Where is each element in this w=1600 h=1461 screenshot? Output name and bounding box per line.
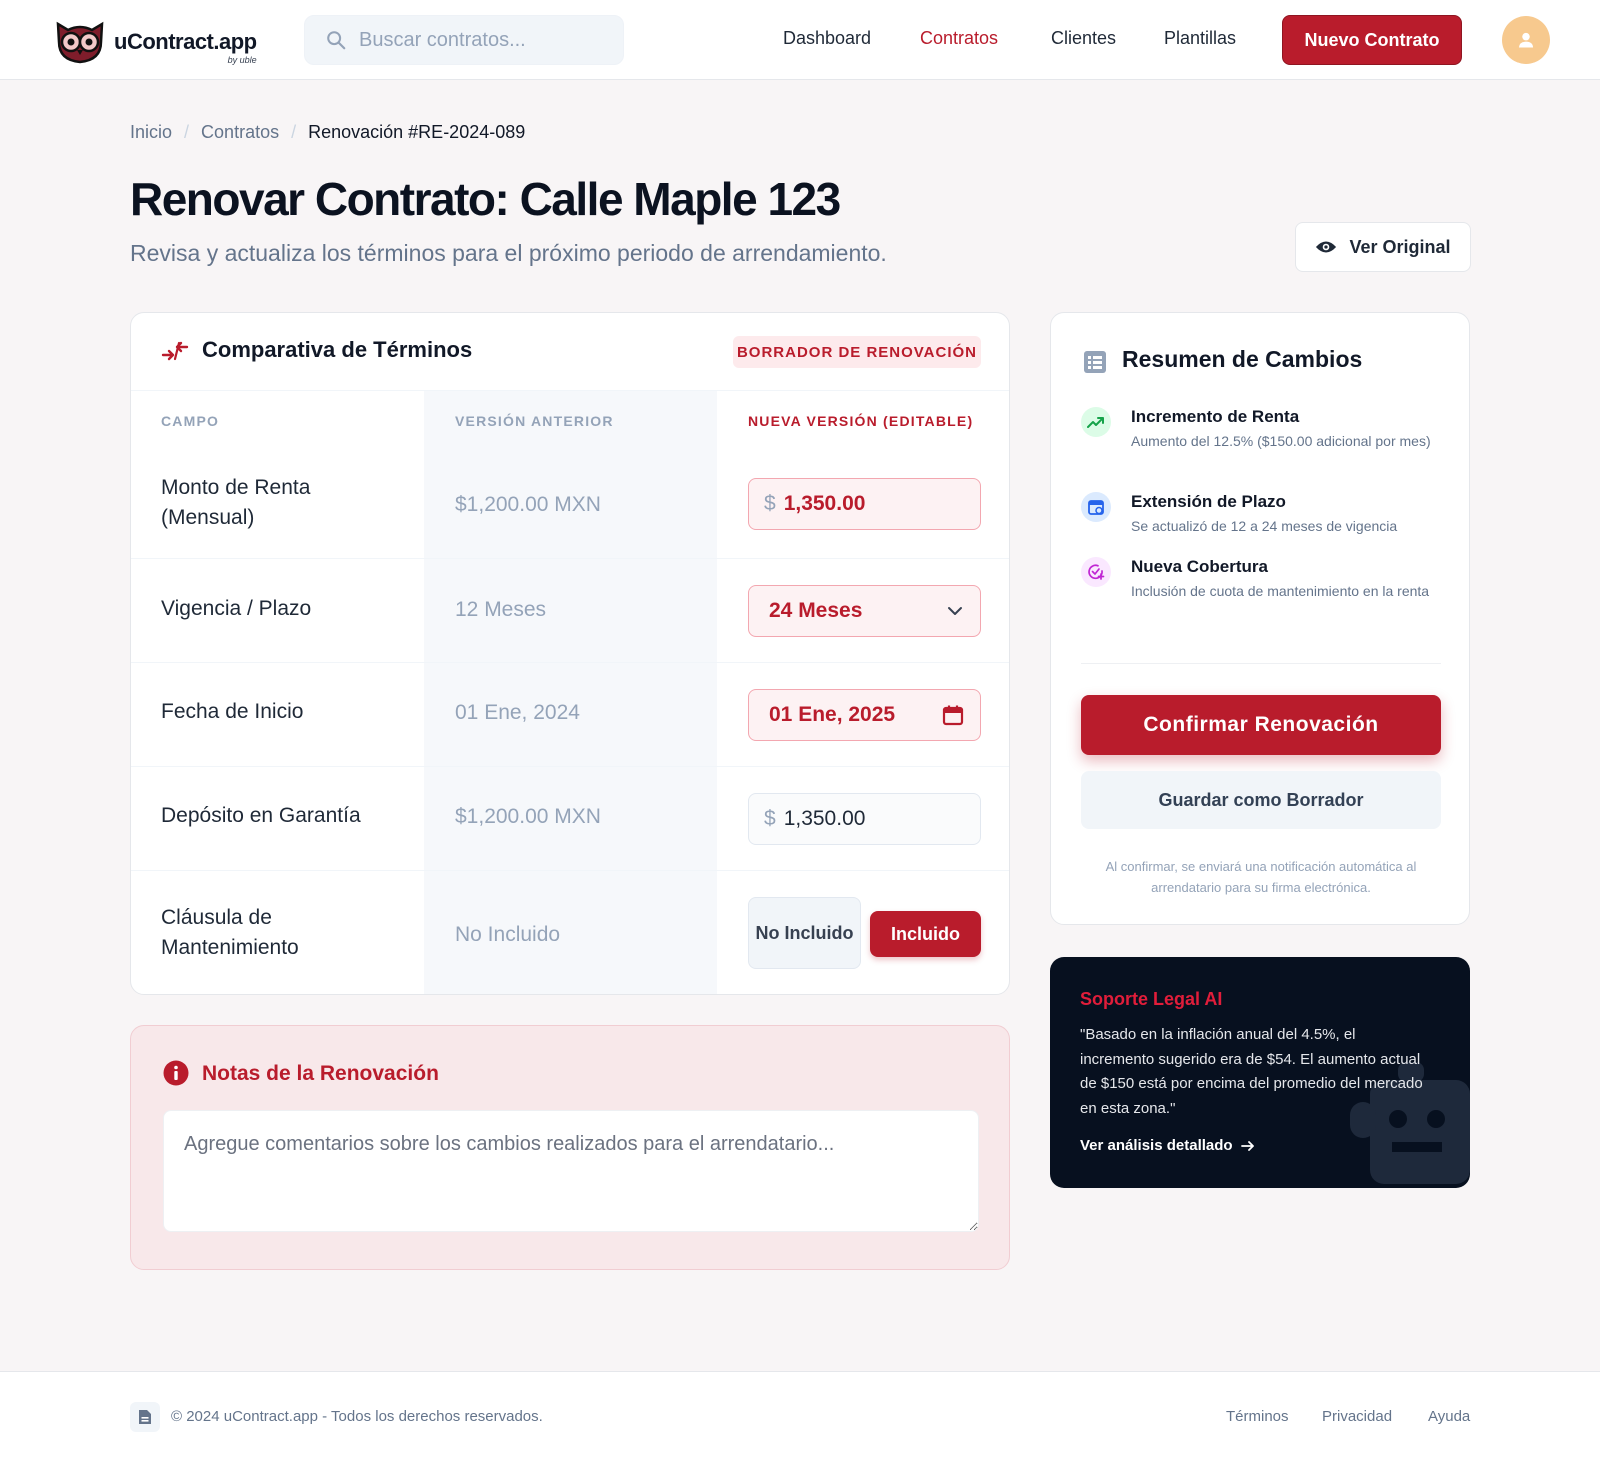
calendar-icon[interactable] bbox=[942, 704, 964, 726]
page-subtitle: Revisa y actualiza los términos para el … bbox=[130, 240, 887, 266]
footer-link-terms[interactable]: Términos bbox=[1226, 1408, 1289, 1425]
notes-title: Notas de la Renovación bbox=[202, 1062, 439, 1085]
change-title: Extensión de Plazo bbox=[1131, 492, 1286, 511]
comparison-title: Comparativa de Términos bbox=[202, 337, 473, 362]
owl-logo-icon bbox=[56, 21, 104, 64]
view-original-button[interactable]: Ver Original bbox=[1295, 222, 1471, 272]
user-icon bbox=[1518, 32, 1534, 48]
breadcrumb-contratos[interactable]: Contratos bbox=[201, 122, 279, 143]
change-title: Nueva Cobertura bbox=[1131, 557, 1268, 576]
ai-message: "Basado en la inflación anual del 4.5%, … bbox=[1080, 1026, 1423, 1117]
detailed-analysis-label: Ver análisis detallado bbox=[1080, 1137, 1233, 1154]
change-description: Aumento del 12.5% ($150.00 adicional por… bbox=[1131, 433, 1431, 449]
view-original-label: Ver Original bbox=[1349, 236, 1451, 257]
renewal-notes-card: Notas de la Renovación bbox=[130, 1025, 1010, 1270]
save-draft-button[interactable]: Guardar como Borrador bbox=[1081, 771, 1441, 829]
row-divider bbox=[131, 558, 1009, 559]
change-title: Incremento de Renta bbox=[1131, 407, 1300, 426]
column-header-new: NUEVA VERSIÓN (EDITABLE) bbox=[748, 413, 974, 429]
logo[interactable]: uContract.app by uble bbox=[54, 20, 257, 65]
deposit-amount-input[interactable]: $ 1,350.00 bbox=[748, 793, 981, 845]
column-header-old: VERSIÓN ANTERIOR bbox=[455, 413, 614, 429]
nav-dashboard[interactable]: Dashboard bbox=[783, 28, 871, 49]
comparison-header: Comparativa de Términos BORRADOR DE RENO… bbox=[131, 313, 1009, 391]
row-label-term: Vigencia / Plazo bbox=[161, 597, 312, 620]
row-divider bbox=[131, 870, 1009, 871]
row-label-deposit: Depósito en Garantía bbox=[161, 804, 361, 827]
draft-status-badge: BORRADOR DE RENOVACIÓN bbox=[733, 336, 981, 368]
ai-title: Soporte Legal AI bbox=[1080, 989, 1223, 1009]
confirm-renewal-button[interactable]: Confirmar Renovación bbox=[1081, 695, 1441, 755]
row-divider bbox=[131, 766, 1009, 767]
logo-name: uContract.app bbox=[114, 29, 257, 54]
top-navbar: uContract.app by uble Dashboard Contrato… bbox=[0, 0, 1600, 80]
eye-icon bbox=[1316, 241, 1337, 253]
compare-arrows-icon bbox=[161, 341, 189, 361]
legal-ai-card: Soporte Legal AI "Basado en la inflación… bbox=[1050, 957, 1470, 1188]
old-value-rent: $1,200.00 MXN bbox=[455, 493, 601, 516]
old-value-deposit: $1,200.00 MXN bbox=[455, 805, 601, 828]
breadcrumb-current: Renovación #RE-2024-089 bbox=[308, 122, 526, 142]
copyright: © 2024 uContract.app - Todos los derecho… bbox=[171, 1408, 543, 1425]
deposit-amount-value: 1,350.00 bbox=[783, 807, 866, 830]
nav-contratos[interactable]: Contratos bbox=[920, 28, 998, 49]
breadcrumb-home[interactable]: Inicio bbox=[130, 122, 172, 143]
row-label-start-date: Fecha de Inicio bbox=[161, 700, 304, 723]
nav-clientes[interactable]: Clientes bbox=[1051, 28, 1116, 49]
search-icon bbox=[327, 31, 346, 50]
maintenance-option-no[interactable]: No Incluido bbox=[748, 897, 861, 969]
logo-text: uContract.app by uble bbox=[114, 29, 257, 65]
terms-comparison-card: Comparativa de Términos BORRADOR DE RENO… bbox=[130, 312, 1010, 995]
arrow-right-icon bbox=[1240, 1140, 1254, 1151]
page-title: Renovar Contrato: Calle Maple 123 bbox=[130, 173, 841, 225]
term-select[interactable]: 24 Meses bbox=[748, 585, 981, 637]
old-value-start-date: 01 Ene, 2024 bbox=[455, 701, 580, 724]
notes-textarea[interactable] bbox=[163, 1110, 979, 1232]
old-value-term: 12 Meses bbox=[455, 598, 547, 621]
rent-amount-input[interactable]: $ 1,350.00 bbox=[748, 478, 981, 530]
info-icon bbox=[163, 1060, 189, 1086]
nav-plantillas[interactable]: Plantillas bbox=[1164, 28, 1236, 49]
summary-divider bbox=[1081, 663, 1441, 664]
currency-symbol: $ bbox=[764, 807, 776, 830]
breadcrumb: Inicio / Contratos / Renovación #RE-2024… bbox=[130, 122, 525, 143]
footer-link-privacy[interactable]: Privacidad bbox=[1322, 1408, 1392, 1425]
summary-title: Resumen de Cambios bbox=[1122, 346, 1363, 372]
rent-amount-value: 1,350.00 bbox=[783, 492, 866, 515]
column-header-field: CAMPO bbox=[161, 413, 220, 429]
avatar[interactable] bbox=[1502, 16, 1550, 64]
currency-symbol: $ bbox=[764, 492, 776, 515]
footer-link-help[interactable]: Ayuda bbox=[1428, 1408, 1470, 1425]
confirm-note: Al confirmar, se enviará una notificació… bbox=[1105, 859, 1417, 895]
new-contract-button[interactable]: Nuevo Contrato bbox=[1282, 15, 1462, 65]
old-value-maintenance: No Incluido bbox=[455, 923, 561, 946]
row-label-maintenance: Cláusula de Mantenimiento bbox=[161, 906, 299, 959]
calendar-sync-icon bbox=[1081, 492, 1111, 522]
search-bar[interactable] bbox=[304, 15, 624, 65]
footer: © 2024 uContract.app - Todos los derecho… bbox=[0, 1371, 1600, 1461]
start-date-input[interactable]: 01 Ene, 2025 bbox=[748, 689, 981, 741]
change-description: Se actualizó de 12 a 24 meses de vigenci… bbox=[1131, 518, 1398, 534]
maintenance-option-yes[interactable]: Incluido bbox=[870, 911, 981, 957]
check-plus-icon bbox=[1081, 557, 1111, 587]
logo-byline: by uble bbox=[227, 55, 257, 65]
breadcrumb-separator: / bbox=[184, 122, 190, 142]
row-divider bbox=[131, 662, 1009, 663]
row-label-rent: Monto de Renta (Mensual) bbox=[161, 476, 311, 529]
search-input[interactable] bbox=[359, 28, 619, 52]
trending-up-icon bbox=[1081, 407, 1111, 437]
change-description: Inclusión de cuota de mantenimiento en l… bbox=[1131, 583, 1430, 599]
chevron-down-icon bbox=[948, 607, 962, 615]
changes-summary-card: Resumen de Cambios Incremento de Renta A… bbox=[1050, 312, 1470, 925]
start-date-value: 01 Ene, 2025 bbox=[769, 703, 896, 726]
term-select-value: 24 Meses bbox=[769, 599, 863, 622]
document-icon bbox=[1084, 351, 1106, 373]
detailed-analysis-link[interactable]: Ver análisis detallado bbox=[1080, 1137, 1255, 1154]
file-icon bbox=[130, 1402, 160, 1432]
previous-version-column bbox=[424, 391, 717, 994]
breadcrumb-separator: / bbox=[291, 122, 297, 142]
